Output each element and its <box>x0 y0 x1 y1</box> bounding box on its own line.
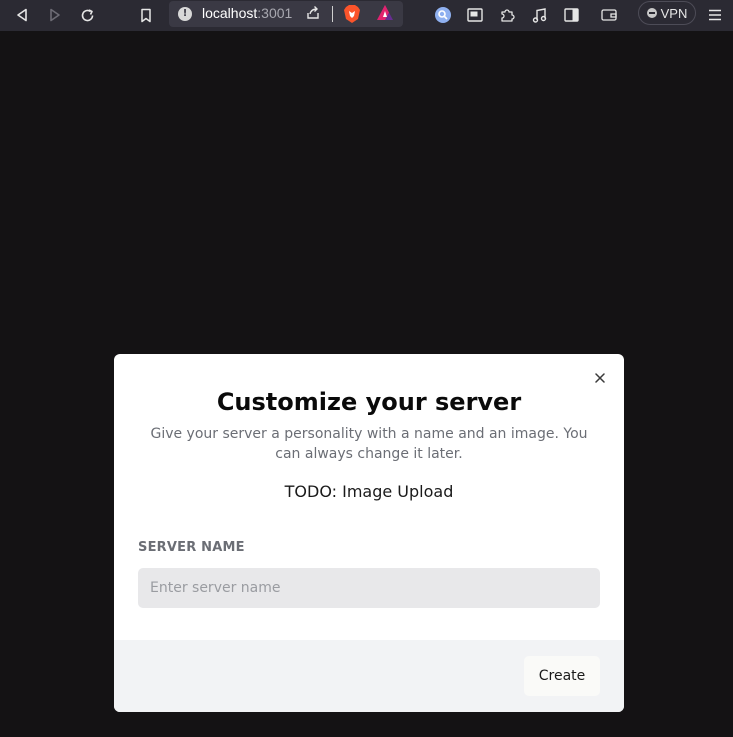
server-name-input[interactable] <box>138 568 600 608</box>
image-upload-placeholder: TODO: Image Upload <box>284 482 454 501</box>
bookmark-icon[interactable] <box>134 4 158 26</box>
leo-icon[interactable] <box>431 4 455 26</box>
customize-server-modal: Customize your server Give your server a… <box>114 354 624 712</box>
share-icon[interactable] <box>305 5 321 25</box>
site-info-icon[interactable]: ! <box>178 7 192 21</box>
create-button[interactable]: Create <box>524 656 600 696</box>
extensions-icon[interactable] <box>495 4 519 26</box>
picture-in-picture-icon[interactable] <box>463 4 487 26</box>
url-text: localhost:3001 <box>202 5 292 21</box>
back-icon[interactable] <box>10 4 34 26</box>
menu-icon[interactable] <box>703 4 727 26</box>
vpn-status-icon <box>646 8 657 18</box>
url-host: localhost <box>202 5 258 21</box>
media-icon[interactable] <box>527 4 551 26</box>
brave-shields-icon[interactable] <box>343 4 361 28</box>
url-port: :3001 <box>257 5 293 21</box>
modal-title: Customize your server <box>216 388 522 416</box>
sidebar-icon[interactable] <box>559 4 583 26</box>
brave-rewards-icon[interactable] <box>376 4 394 26</box>
wallet-icon[interactable] <box>597 4 621 26</box>
url-divider <box>332 6 333 22</box>
browser-toolbar: ! localhost:3001 VPN <box>0 0 733 31</box>
server-name-label: SERVER NAME <box>138 540 245 555</box>
modal-footer: Create <box>114 640 624 712</box>
vpn-button[interactable]: VPN <box>638 1 696 25</box>
close-icon[interactable] <box>593 370 607 384</box>
forward-icon[interactable] <box>43 4 67 26</box>
modal-description: Give your server a personality with a na… <box>150 426 588 462</box>
reload-icon[interactable] <box>75 4 99 26</box>
vpn-label: VPN <box>660 5 688 21</box>
address-bar[interactable]: ! localhost:3001 <box>169 1 403 27</box>
